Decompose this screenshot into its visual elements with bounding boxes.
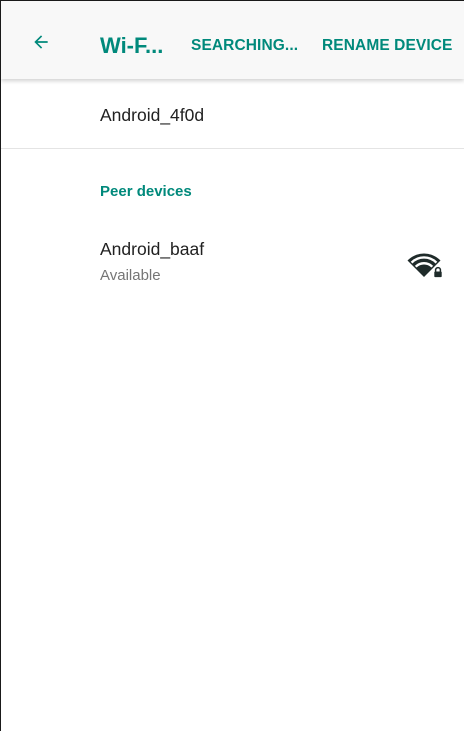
this-device-row[interactable]: Android_4f0d <box>1 79 464 149</box>
peer-name: Android_baaf <box>100 239 205 259</box>
app-bar: Wi-F... SEARCHING... RENAME DEVICE <box>1 1 464 79</box>
wifi-lock-icon <box>407 253 443 278</box>
arrow-back-icon <box>34 35 48 49</box>
peer-devices-header: Peer devices <box>100 183 192 200</box>
device-name: Android_4f0d <box>100 105 205 125</box>
wifi-direct-screen: Wi-F... SEARCHING... RENAME DEVICE Andro… <box>0 0 464 731</box>
peer-status: Available <box>100 267 161 284</box>
back-button[interactable] <box>27 28 55 56</box>
page-title: Wi-F... <box>100 33 164 58</box>
searching-button[interactable]: SEARCHING... <box>191 37 298 55</box>
list-item[interactable]: Android_baaf Available <box>1 223 464 299</box>
rename-device-button[interactable]: RENAME DEVICE <box>322 37 452 55</box>
